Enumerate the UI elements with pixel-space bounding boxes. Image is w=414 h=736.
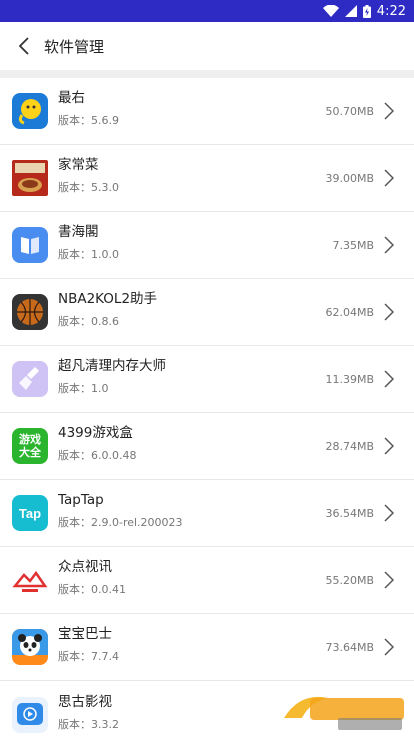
app-version: 版本：5.3.0 — [58, 181, 119, 194]
chevron-right-icon — [384, 437, 414, 455]
app-size: 55.20MB — [325, 573, 374, 587]
signal-icon — [344, 5, 357, 17]
app-version: 版本：1.0.0 — [58, 248, 119, 261]
game-box-icon-text: 游戏大全 — [19, 433, 41, 459]
app-size: 62.04MB — [325, 305, 374, 319]
app-version: 版本：7.7.4 — [58, 650, 119, 663]
game-box-icon: 游戏大全 — [12, 428, 48, 464]
app-name: 最右 — [58, 90, 85, 106]
chevron-right-icon — [384, 370, 414, 388]
chevron-right-icon — [384, 169, 414, 187]
app-row-zuiyou[interactable]: 最右 版本：5.6.9 50.70MB — [0, 78, 414, 145]
chevron-right-icon — [384, 236, 414, 254]
app-size: 7.35MB — [332, 238, 374, 252]
app-version: 版本：0.8.6 — [58, 315, 119, 328]
app-name: 4399游戏盒 — [58, 425, 133, 441]
status-time: 4:22 — [376, 3, 406, 19]
app-size: 73.64MB — [325, 640, 374, 654]
app-version: 版本：1.0 — [58, 382, 109, 395]
app-size: 11.39MB — [325, 372, 374, 386]
app-info: 4399游戏盒 版本：6.0.0.48 — [58, 413, 304, 479]
app-version: 版本：3.3.2 — [58, 717, 119, 731]
status-bar: 4:22 — [0, 0, 414, 22]
app-info: 家常菜 版本：5.3.0 — [58, 145, 304, 211]
page-title: 软件管理 — [44, 37, 105, 56]
app-size: 39.00MB — [325, 171, 374, 185]
taptap-icon-text: Tap — [18, 505, 42, 521]
zuiyou-icon — [12, 93, 48, 129]
app-version: 版本：6.0.0.48 — [58, 449, 137, 462]
app-row-chaofan[interactable]: 超凡清理内存大师 版本：1.0 11.39MB — [0, 346, 414, 413]
app-size: 36.54MB — [325, 506, 374, 520]
video-play-icon — [12, 696, 48, 733]
broom-icon — [12, 361, 48, 397]
app-info: 思古影视 版本：3.3.2 — [58, 681, 304, 736]
app-name: 超凡清理内存大师 — [58, 358, 166, 374]
chevron-right-icon — [384, 102, 414, 120]
app-version: 版本：0.0.41 — [58, 583, 126, 596]
chevron-right-icon — [384, 303, 414, 321]
app-version: 版本：5.6.9 — [58, 114, 119, 127]
chevron-right-icon — [384, 504, 414, 522]
watermark-logo-icon — [284, 696, 404, 730]
app-row-taptap[interactable]: Tap TapTap 版本：2.9.0-rel.200023 36.54MB — [0, 480, 414, 547]
header-divider — [0, 70, 414, 78]
basketball-icon — [12, 294, 48, 330]
mountain-logo-icon — [12, 562, 48, 598]
taptap-icon: Tap — [12, 495, 48, 531]
app-name: 家常菜 — [58, 157, 99, 173]
app-name: 宝宝巴士 — [58, 626, 112, 642]
app-row-jiachangcai[interactable]: 家常菜 版本：5.3.0 39.00MB — [0, 145, 414, 212]
header: 软件管理 — [0, 22, 414, 70]
app-info: NBA2KOL2助手 版本：0.8.6 — [58, 279, 304, 345]
app-version: 版本：2.9.0-rel.200023 — [58, 516, 183, 529]
app-info: 众点视讯 版本：0.0.41 — [58, 547, 304, 613]
app-row-shuhaige[interactable]: 書海閣 版本：1.0.0 7.35MB — [0, 212, 414, 279]
app-size: 50.70MB — [325, 104, 374, 118]
chevron-right-icon — [384, 638, 414, 656]
app-size: 28.74MB — [325, 439, 374, 453]
app-row-4399[interactable]: 游戏大全 4399游戏盒 版本：6.0.0.48 28.74MB — [0, 413, 414, 480]
book-icon — [12, 227, 48, 263]
jiachangcai-icon — [12, 160, 48, 196]
app-name: 众点视讯 — [58, 559, 112, 575]
chevron-right-icon — [384, 571, 414, 589]
app-info: 超凡清理内存大师 版本：1.0 — [58, 346, 304, 412]
wifi-icon — [322, 5, 339, 17]
app-info: 最右 版本：5.6.9 — [58, 78, 304, 144]
app-name: 書海閣 — [58, 224, 99, 240]
app-name: NBA2KOL2助手 — [58, 291, 158, 307]
app-row-nba2kol2[interactable]: NBA2KOL2助手 版本：0.8.6 62.04MB — [0, 279, 414, 346]
back-button[interactable] — [4, 22, 44, 70]
app-name: 思古影视 — [58, 693, 112, 710]
app-row-zhongdian[interactable]: 众点视讯 版本：0.0.41 55.20MB — [0, 547, 414, 614]
app-row-babybus[interactable]: 宝宝巴士 版本：7.7.4 73.64MB — [0, 614, 414, 681]
panda-icon — [12, 629, 48, 665]
app-list: 最右 版本：5.6.9 50.70MB 家常菜 版本：5.3.0 39.00MB… — [0, 78, 414, 736]
app-info: 書海閣 版本：1.0.0 — [58, 212, 304, 278]
battery-icon — [362, 4, 371, 18]
app-name: TapTap — [58, 492, 104, 508]
chevron-left-icon — [18, 37, 29, 55]
app-info: TapTap 版本：2.9.0-rel.200023 — [58, 480, 304, 546]
app-info: 宝宝巴士 版本：7.7.4 — [58, 614, 304, 680]
